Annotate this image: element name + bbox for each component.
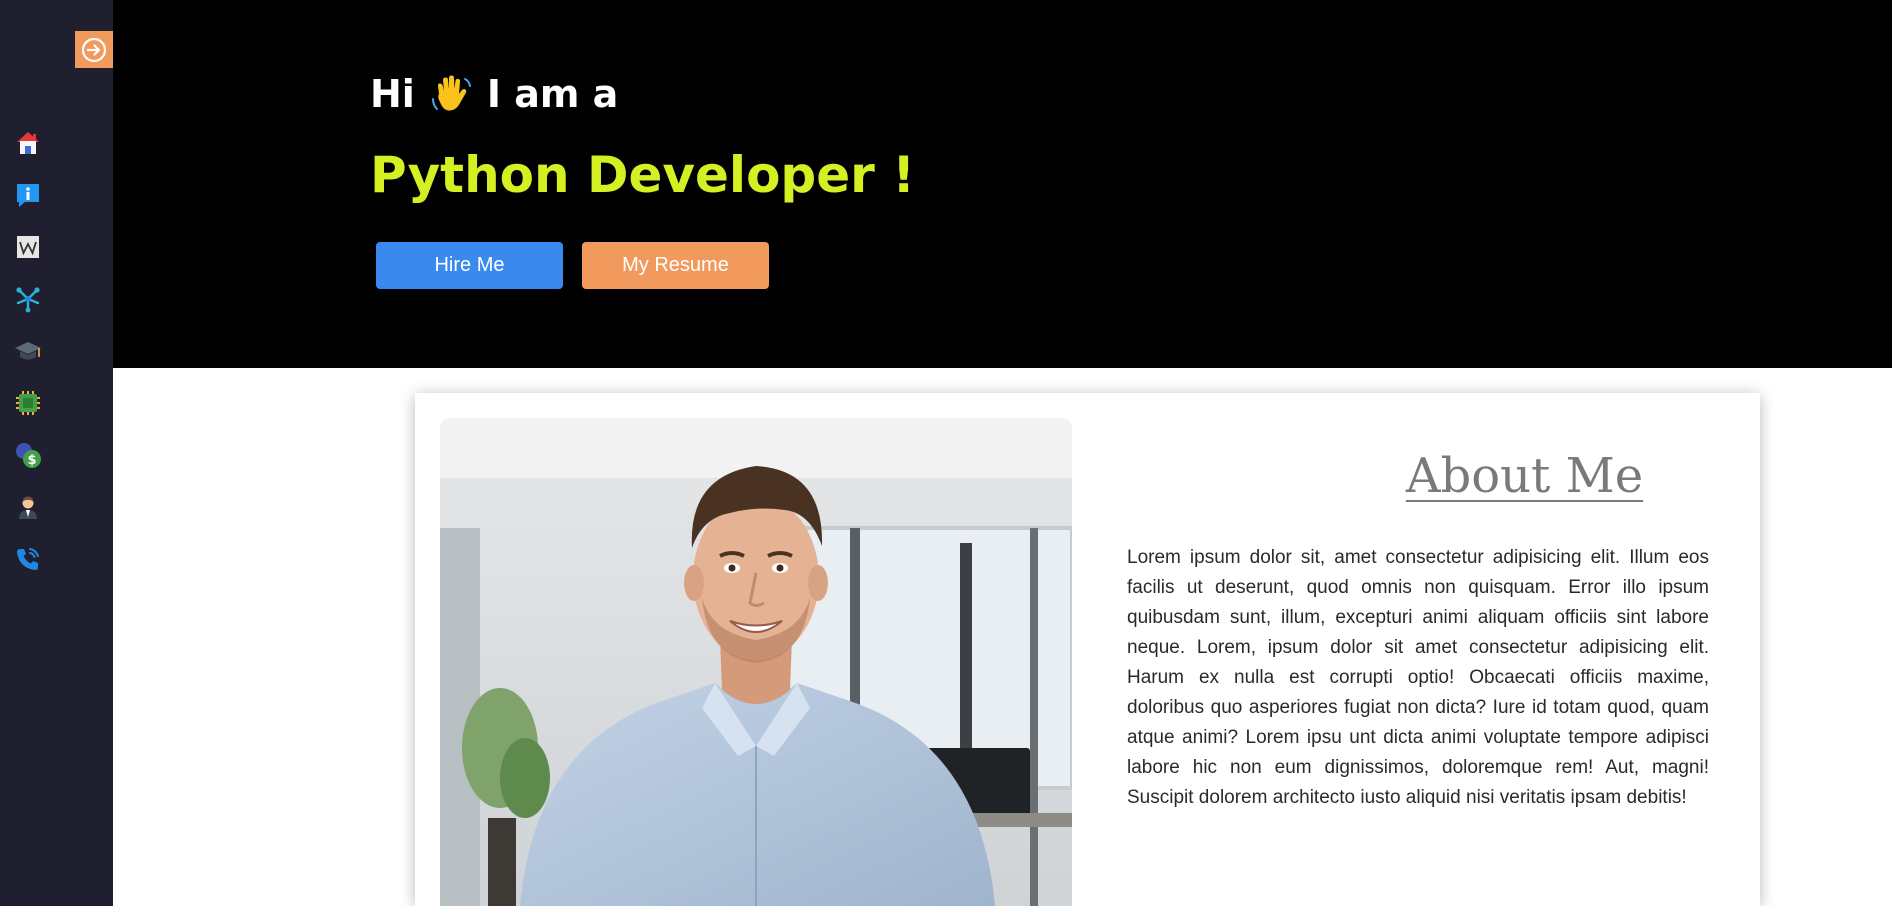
page: $ Hi I am a Python Developer ! Hire Me M…: [0, 0, 1892, 906]
greeting-prefix: Hi: [370, 72, 415, 116]
chip-icon: [16, 391, 40, 415]
sidebar-item-contact[interactable]: [13, 544, 43, 574]
sidebar-item-education[interactable]: [13, 336, 43, 366]
about-description: Lorem ipsum dolor sit, amet consectetur …: [1127, 547, 1709, 808]
person-icon: [19, 496, 37, 519]
greeting-suffix: I am a: [486, 72, 619, 116]
about-title: About Me: [1302, 448, 1747, 504]
greeting-heading: Hi I am a: [370, 72, 618, 116]
sidebar-toggle-button[interactable]: [75, 31, 113, 68]
about-card: About Me Lorem ipsum dolor sit, amet con…: [415, 393, 1760, 906]
profile-photo: [440, 418, 1072, 906]
dollar-icon: $: [16, 443, 41, 468]
sidebar-item-home[interactable]: [13, 128, 43, 158]
sidebar: $: [0, 0, 113, 906]
network-icon: [16, 287, 40, 313]
info-icon: [17, 184, 39, 207]
sidebar-item-projects[interactable]: [13, 388, 43, 418]
about-title-text: About Me: [1405, 448, 1644, 504]
svg-text:$: $: [27, 453, 36, 468]
graduation-cap-icon: [15, 342, 41, 360]
arrow-right-circle-icon: [81, 37, 107, 62]
sidebar-item-team[interactable]: [13, 492, 43, 522]
role-title: Python Developer !: [370, 146, 915, 204]
home-icon: [17, 132, 39, 154]
sidebar-item-skills[interactable]: [13, 284, 43, 314]
my-resume-button[interactable]: My Resume: [582, 242, 769, 289]
hire-me-button[interactable]: Hire Me: [376, 242, 563, 289]
waving-hand-icon: [431, 75, 471, 111]
hero-section: Hi I am a Python Developer ! Hire Me My …: [113, 0, 1892, 368]
phone-icon: [17, 548, 39, 570]
sidebar-item-wiki[interactable]: [13, 232, 43, 262]
sidebar-item-about[interactable]: [13, 180, 43, 210]
sidebar-item-pricing[interactable]: $: [13, 440, 43, 470]
wikipedia-icon: [17, 236, 39, 258]
